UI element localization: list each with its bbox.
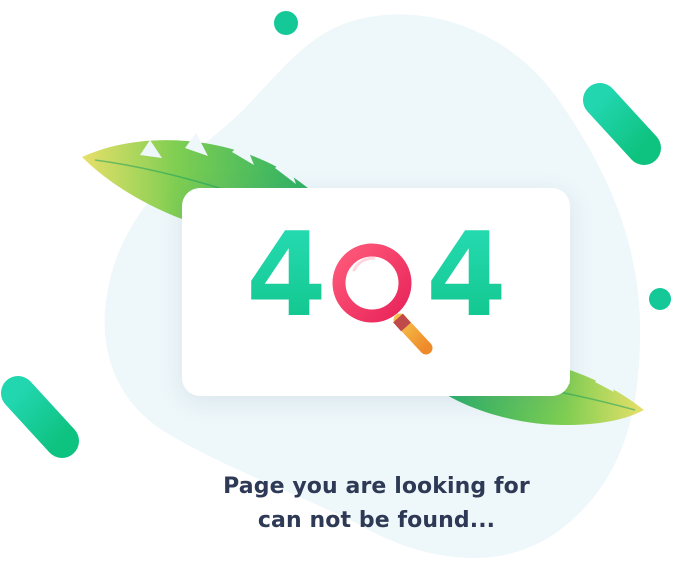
error-message-line1: Page you are looking for (223, 474, 530, 499)
dot-icon-right (649, 288, 671, 310)
pill-icon-bottom-left (1, 376, 79, 458)
error-code-digit-first: 4 (246, 208, 327, 343)
dot-icon-top (274, 11, 298, 35)
error-card: 4 4 (182, 188, 570, 396)
error-code-digit-last: 4 (426, 208, 507, 343)
error-404-page: 4 4 Page you are looking for can not be (0, 0, 673, 566)
pill-icon-top-right (583, 83, 661, 165)
error-message-line2: can not be found... (257, 508, 496, 533)
magnifier-icon (332, 243, 433, 355)
